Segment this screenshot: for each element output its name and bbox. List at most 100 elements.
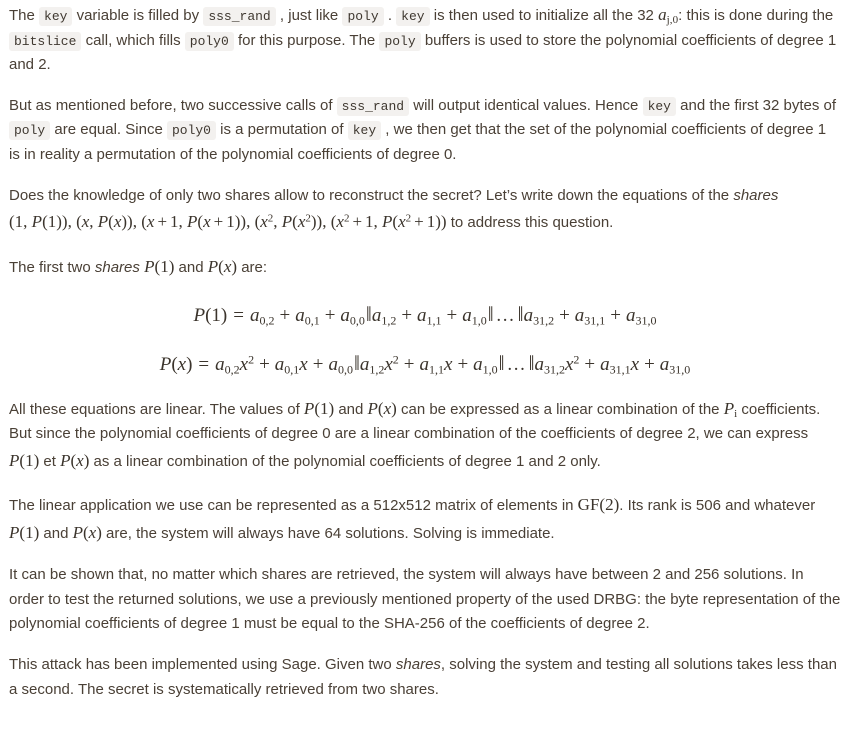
math-concat-operator: ‖: [353, 351, 360, 376]
code-token-key: key: [642, 97, 676, 117]
paragraph-matrix-rank: The linear application we use can be rep…: [9, 491, 841, 546]
code-token-poly: poly: [342, 7, 384, 26]
math-symbol: a: [574, 305, 585, 327]
math-operator: +: [401, 305, 413, 327]
math-symbol: a: [419, 354, 430, 376]
text-run: call, which fills: [81, 31, 185, 49]
text-run: . Its rank is 506 and whatever: [619, 497, 816, 515]
math-symbol: a: [417, 305, 427, 327]
math-p-of-x: P(x): [367, 398, 397, 418]
math-operator: +: [414, 212, 424, 232]
math-symbol: x: [398, 212, 406, 232]
text-run: are, the system will always have 64 solu…: [101, 524, 555, 542]
text-run: The: [9, 7, 40, 24]
math-subscript: 1,1: [426, 313, 442, 328]
code-token-poly0: poly0: [184, 31, 234, 51]
math-symbol: x: [203, 212, 211, 232]
math-p-of-1: P(1): [9, 450, 40, 470]
text-run: is a permutation of: [215, 121, 348, 139]
text-run: It can be shown that, no matter which sh…: [9, 566, 841, 632]
text-run: for this purpose. The: [233, 31, 380, 49]
code-token-key: key: [396, 7, 430, 26]
math-gf-2: GF(2): [577, 495, 620, 515]
text-run: and: [39, 524, 73, 542]
math-symbol: a: [215, 354, 225, 376]
math-symbol: a: [659, 354, 670, 376]
math-shares-list: (1, P(1)), (x, P(x)), (x +1, P(x +1)), (x2…: [9, 212, 447, 232]
text-run: This attack has been implemented using S…: [9, 656, 396, 674]
text-run: are:: [237, 258, 268, 276]
math-symbol: P: [72, 522, 83, 542]
math-subscript: 31,2: [543, 362, 565, 377]
math-symbol: a: [295, 305, 305, 327]
math-symbol: a: [626, 305, 636, 327]
text-run: The first two: [9, 258, 95, 276]
paragraph-solution-testing: It can be shown that, no matter which sh…: [9, 563, 841, 636]
math-subscript: 0,0: [349, 313, 365, 328]
text-run: Does the knowledge of only two shares al…: [9, 187, 734, 205]
math-symbol: x: [383, 398, 392, 418]
math-concat-operator: ‖: [487, 302, 494, 327]
math-symbol: P: [303, 398, 315, 418]
math-symbol: P: [159, 354, 172, 376]
math-symbol: P: [193, 305, 206, 327]
math-operator: +: [610, 305, 621, 327]
math-symbol: a: [462, 305, 472, 327]
math-number: 1: [226, 212, 235, 232]
math-symbol: x: [336, 212, 344, 232]
math-operator: +: [324, 305, 336, 327]
math-symbol: P: [9, 522, 20, 542]
math-number: 1: [211, 305, 221, 327]
code-token-bitslice: bitslice: [9, 31, 82, 51]
math-symbol: P: [187, 212, 198, 232]
math-number: 1: [25, 450, 34, 470]
code-token-sss-rand: sss_rand: [203, 7, 276, 26]
text-run: , just like: [275, 7, 343, 24]
math-symbol: a: [371, 305, 382, 327]
math-symbol: a: [274, 354, 285, 376]
math-subscript: 31,1: [584, 313, 606, 328]
text-run: to address this question.: [446, 214, 614, 232]
math-symbol: P: [97, 212, 109, 232]
text-run: and the first 32 bytes of: [675, 97, 837, 115]
math-subscript: 0,0: [337, 362, 353, 377]
math-operator: +: [352, 212, 363, 232]
math-symbol: P: [382, 212, 393, 232]
text-run: All these equations are linear. The valu…: [9, 400, 304, 418]
text-run: .: [383, 7, 397, 24]
paragraph-successive-calls: But as mentioned before, two successive …: [9, 94, 841, 167]
math-operator: +: [279, 305, 291, 327]
code-token-poly: poly: [9, 121, 51, 141]
text-run: The linear application we use can be rep…: [9, 497, 578, 515]
paragraph-sage-implementation: This attack has been implemented using S…: [9, 653, 841, 702]
math-symbol: x: [260, 212, 268, 232]
math-symbol: P: [281, 212, 293, 232]
text-run: is then used to initialize all the 32: [429, 7, 659, 24]
math-p-of-1: P(1): [9, 522, 40, 542]
math-subscript: 0,1: [304, 313, 320, 328]
math-subscript: 1,1: [429, 362, 444, 377]
math-p-of-x: P(x): [207, 256, 238, 276]
math-operator: +: [259, 354, 270, 376]
text-run: : this is done during the: [678, 7, 834, 24]
math-symbol: P: [60, 450, 71, 470]
math-number: 1: [160, 256, 169, 276]
math-operator: =: [198, 354, 210, 376]
math-symbol: GF: [577, 495, 600, 515]
text-run: variable is filled by: [72, 7, 204, 24]
math-symbol: a: [328, 354, 338, 376]
math-subscript: 31,1: [609, 362, 631, 377]
equation-p-of-1: P(1) = a0,2 + a0,1 + a0,0‖ a1,2 + a1,1 + a1,0‖… ‖ a31…: [193, 302, 657, 328]
math-operator: +: [559, 305, 570, 327]
math-subscript: 0,2: [259, 313, 275, 328]
text-run: will output identical values. Hence: [409, 97, 643, 115]
math-subscript: j,0: [666, 14, 679, 27]
math-superscript: 2: [392, 352, 399, 367]
code-token-sss-rand: sss_rand: [336, 97, 410, 117]
text-run: and: [334, 400, 368, 418]
code-token-key: key: [39, 7, 73, 26]
document-body: The key variable is filled by sss_rand ,…: [0, 1, 851, 702]
math-operator: +: [446, 305, 458, 327]
math-symbol: P: [31, 212, 43, 232]
math-symbol: x: [384, 354, 393, 376]
